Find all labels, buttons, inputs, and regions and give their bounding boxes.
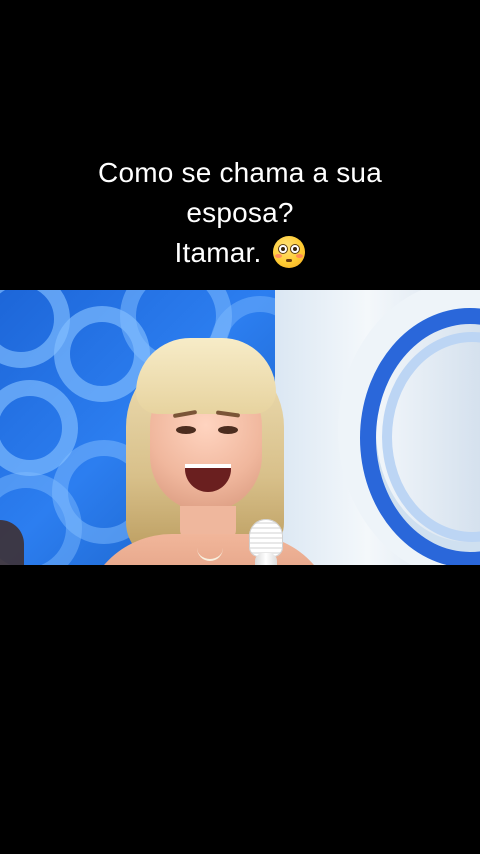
microphone-head <box>249 519 283 557</box>
hair-top <box>136 338 276 414</box>
microphone-icon <box>249 519 283 565</box>
emoji-left-eye <box>278 244 289 254</box>
caption-line-3-text: Itamar. <box>174 237 262 268</box>
flushed-face-icon <box>273 236 306 268</box>
right-eye <box>218 426 238 434</box>
caption-line-2: esposa? <box>186 197 294 228</box>
caption-line-1: Como se chama a sua <box>98 157 382 188</box>
screen: Como se chama a sua esposa? Itamar. <box>0 0 480 854</box>
microphone-body <box>255 553 277 565</box>
emoji-mouth <box>286 259 293 262</box>
video-frame[interactable] <box>0 290 480 565</box>
caption-line-3: Itamar. <box>40 233 440 273</box>
emoji-right-cheek <box>296 254 304 258</box>
emoji-right-eye <box>290 244 301 254</box>
left-eye <box>176 426 196 434</box>
laughing-woman <box>78 338 340 565</box>
emoji-left-cheek <box>275 254 283 258</box>
video-caption: Como se chama a sua esposa? Itamar. <box>40 153 440 273</box>
